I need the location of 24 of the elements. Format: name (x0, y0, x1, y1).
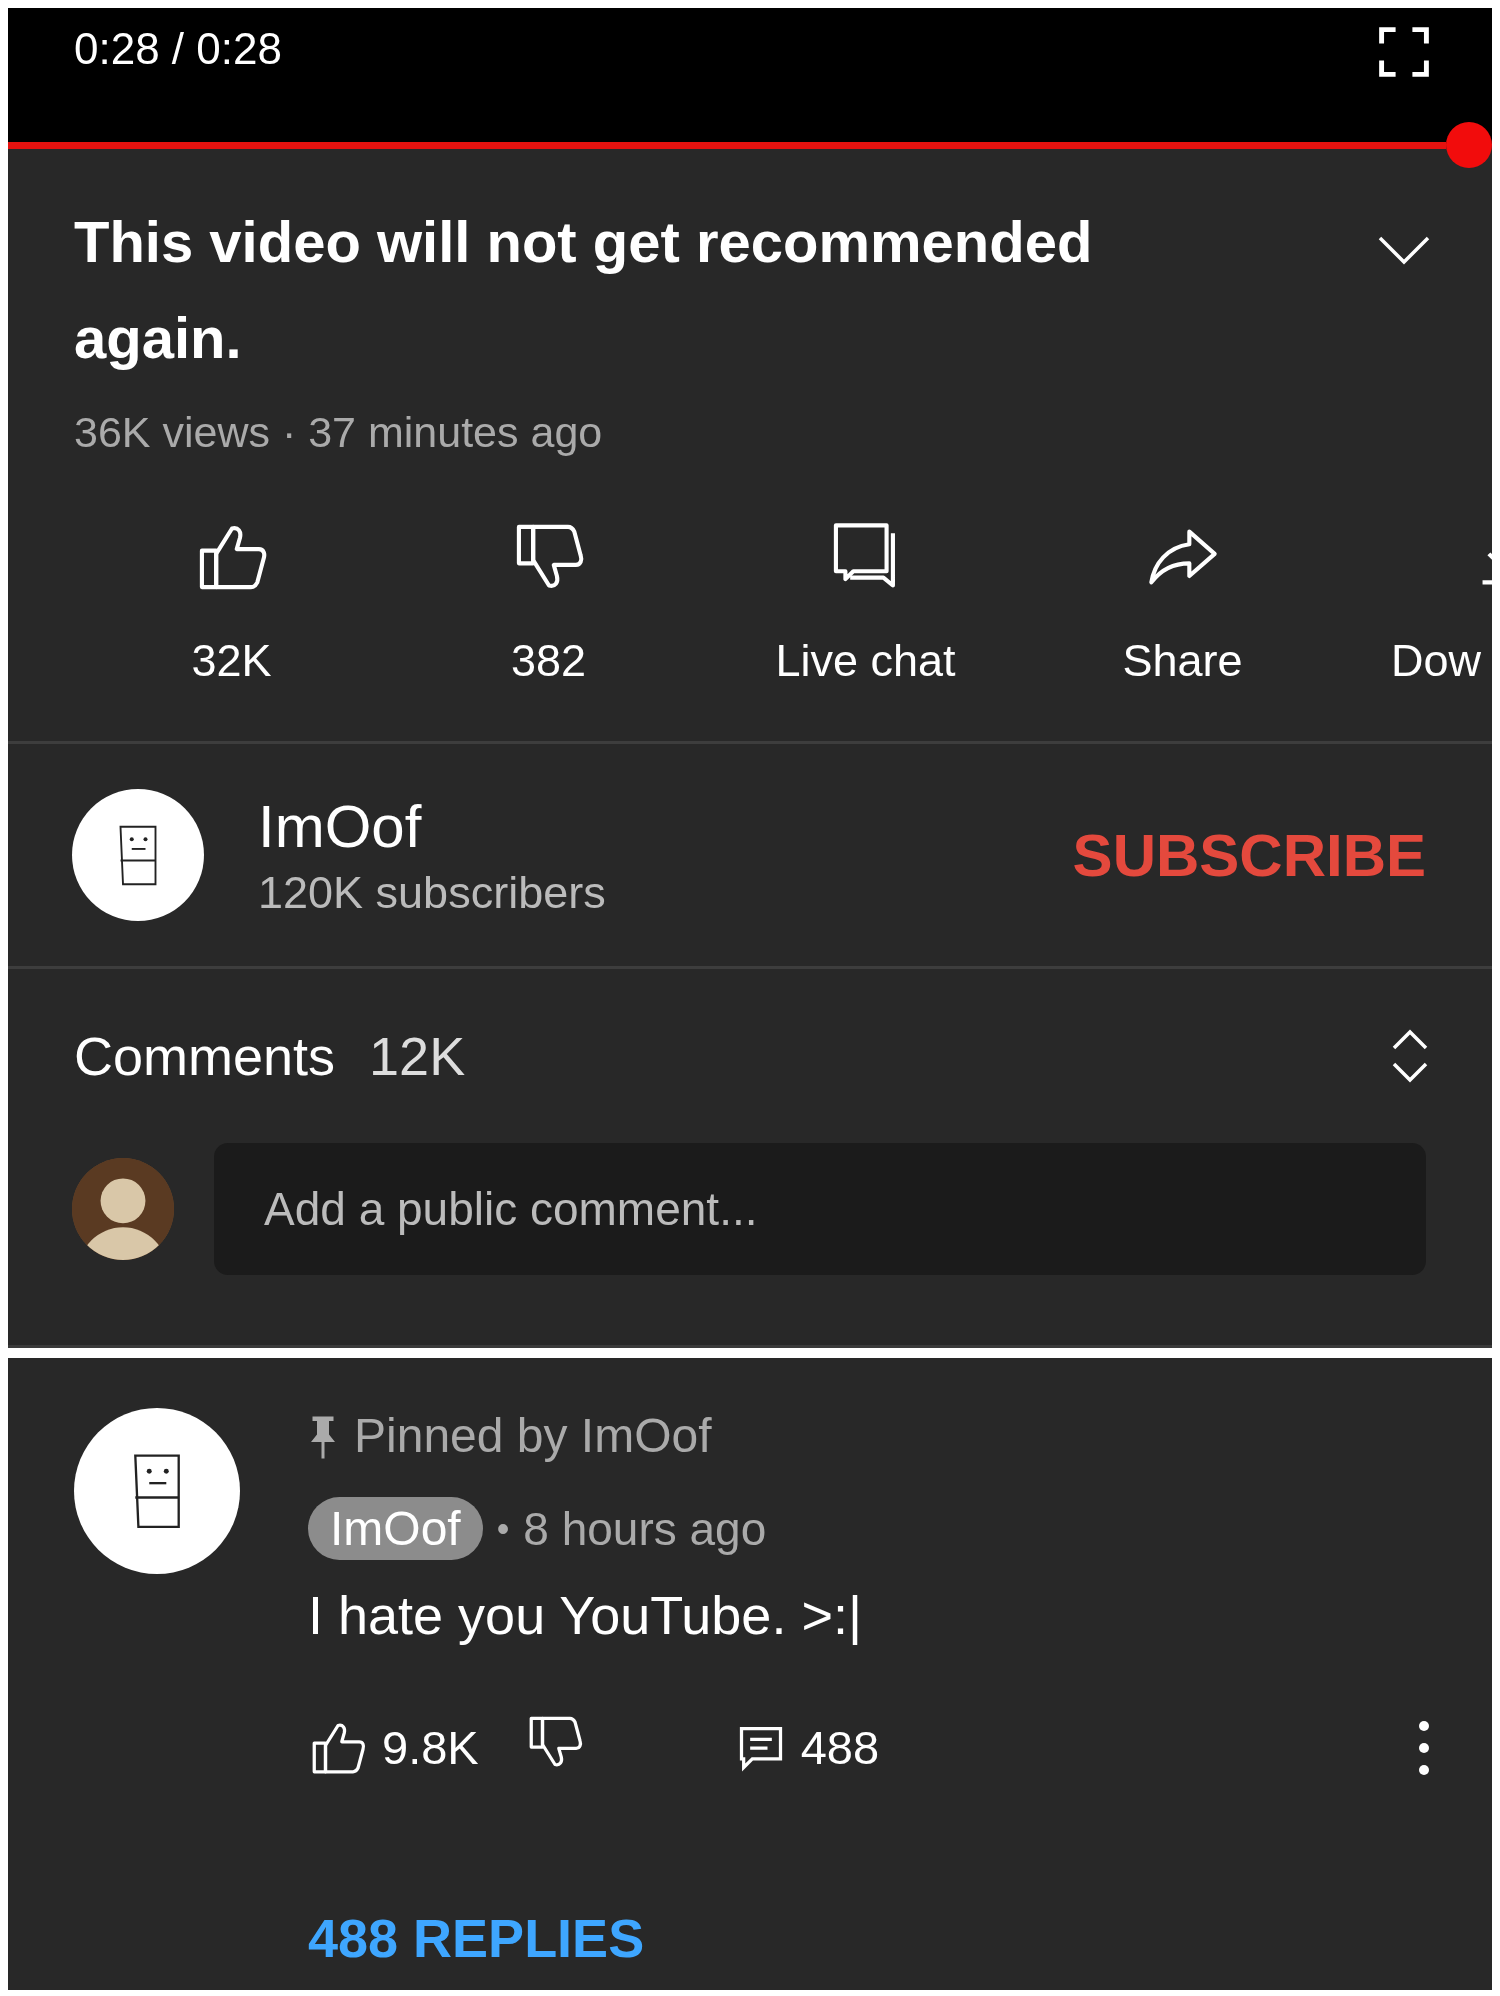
pinned-label: Pinned by ImOof (354, 1408, 712, 1463)
action-label[interactable]: 382 (510, 635, 587, 687)
fullscreen-icon[interactable] (1376, 24, 1432, 80)
reply-count: 488 (800, 1720, 880, 1775)
comments-count: 12K (369, 1025, 467, 1087)
more-icon[interactable] (1416, 1719, 1432, 1776)
subscribe-button[interactable]: SUBSCRIBE (1072, 820, 1426, 890)
comment-text: I hate you YouTube. >:| (308, 1584, 863, 1646)
subscriber-count: 120K subscribers (258, 866, 607, 919)
action-label[interactable]: Live chat (775, 635, 956, 687)
comment-field[interactable]: Add a public comment... (214, 1143, 1426, 1275)
separator-dot: • (496, 1507, 510, 1550)
progress-handle[interactable] (1446, 122, 1492, 168)
action-label[interactable]: Share (1122, 635, 1243, 687)
comment-time: 8 hours ago (523, 1501, 767, 1556)
like-count: 9.8K (382, 1720, 479, 1775)
video-time: 0:28 / 0:28 (74, 24, 282, 75)
comments-title: Comments (74, 1025, 336, 1087)
action-label[interactable]: 32K (191, 635, 272, 687)
replies-link[interactable]: 488 REPLIES (308, 1907, 645, 1969)
video-title: This video will not get recommended again. (74, 208, 1094, 372)
channel-name[interactable]: ImOof (258, 791, 1073, 861)
video-meta: 36K views · 37 minutes ago (73, 407, 604, 457)
action-label[interactable]: Dow (1391, 635, 1482, 687)
